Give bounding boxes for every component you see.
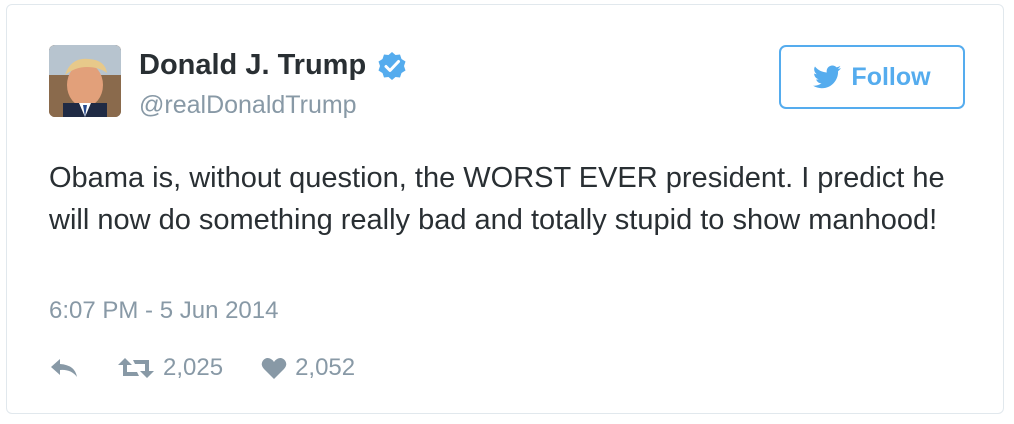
reply-icon	[49, 357, 79, 379]
follow-label: Follow	[851, 62, 931, 91]
tweet-actions: 2,025 2,052	[49, 351, 355, 385]
user-name[interactable]: Donald J. Trump	[139, 49, 408, 82]
like-count: 2,052	[295, 354, 356, 381]
like-button[interactable]: 2,052	[261, 354, 355, 382]
retweet-count: 2,025	[163, 354, 224, 381]
twitter-bird-icon	[813, 65, 842, 89]
user-name-text: Donald J. Trump	[139, 49, 367, 81]
heart-icon	[261, 356, 287, 380]
user-handle[interactable]: @realDonaldTrump	[139, 91, 357, 120]
reply-button[interactable]	[49, 357, 79, 379]
retweet-icon	[117, 356, 155, 380]
tweet-text: Obama is, without question, the WORST EV…	[49, 162, 945, 236]
tweet-timestamp[interactable]: 6:07 PM - 5 Jun 2014	[49, 297, 278, 325]
avatar[interactable]	[49, 45, 121, 117]
follow-button[interactable]: Follow	[779, 45, 965, 109]
retweet-button[interactable]: 2,025	[117, 354, 223, 382]
verified-badge-icon	[376, 50, 408, 82]
tweet-card: Donald J. Trump @realDonaldTrump Follow …	[6, 4, 1004, 414]
